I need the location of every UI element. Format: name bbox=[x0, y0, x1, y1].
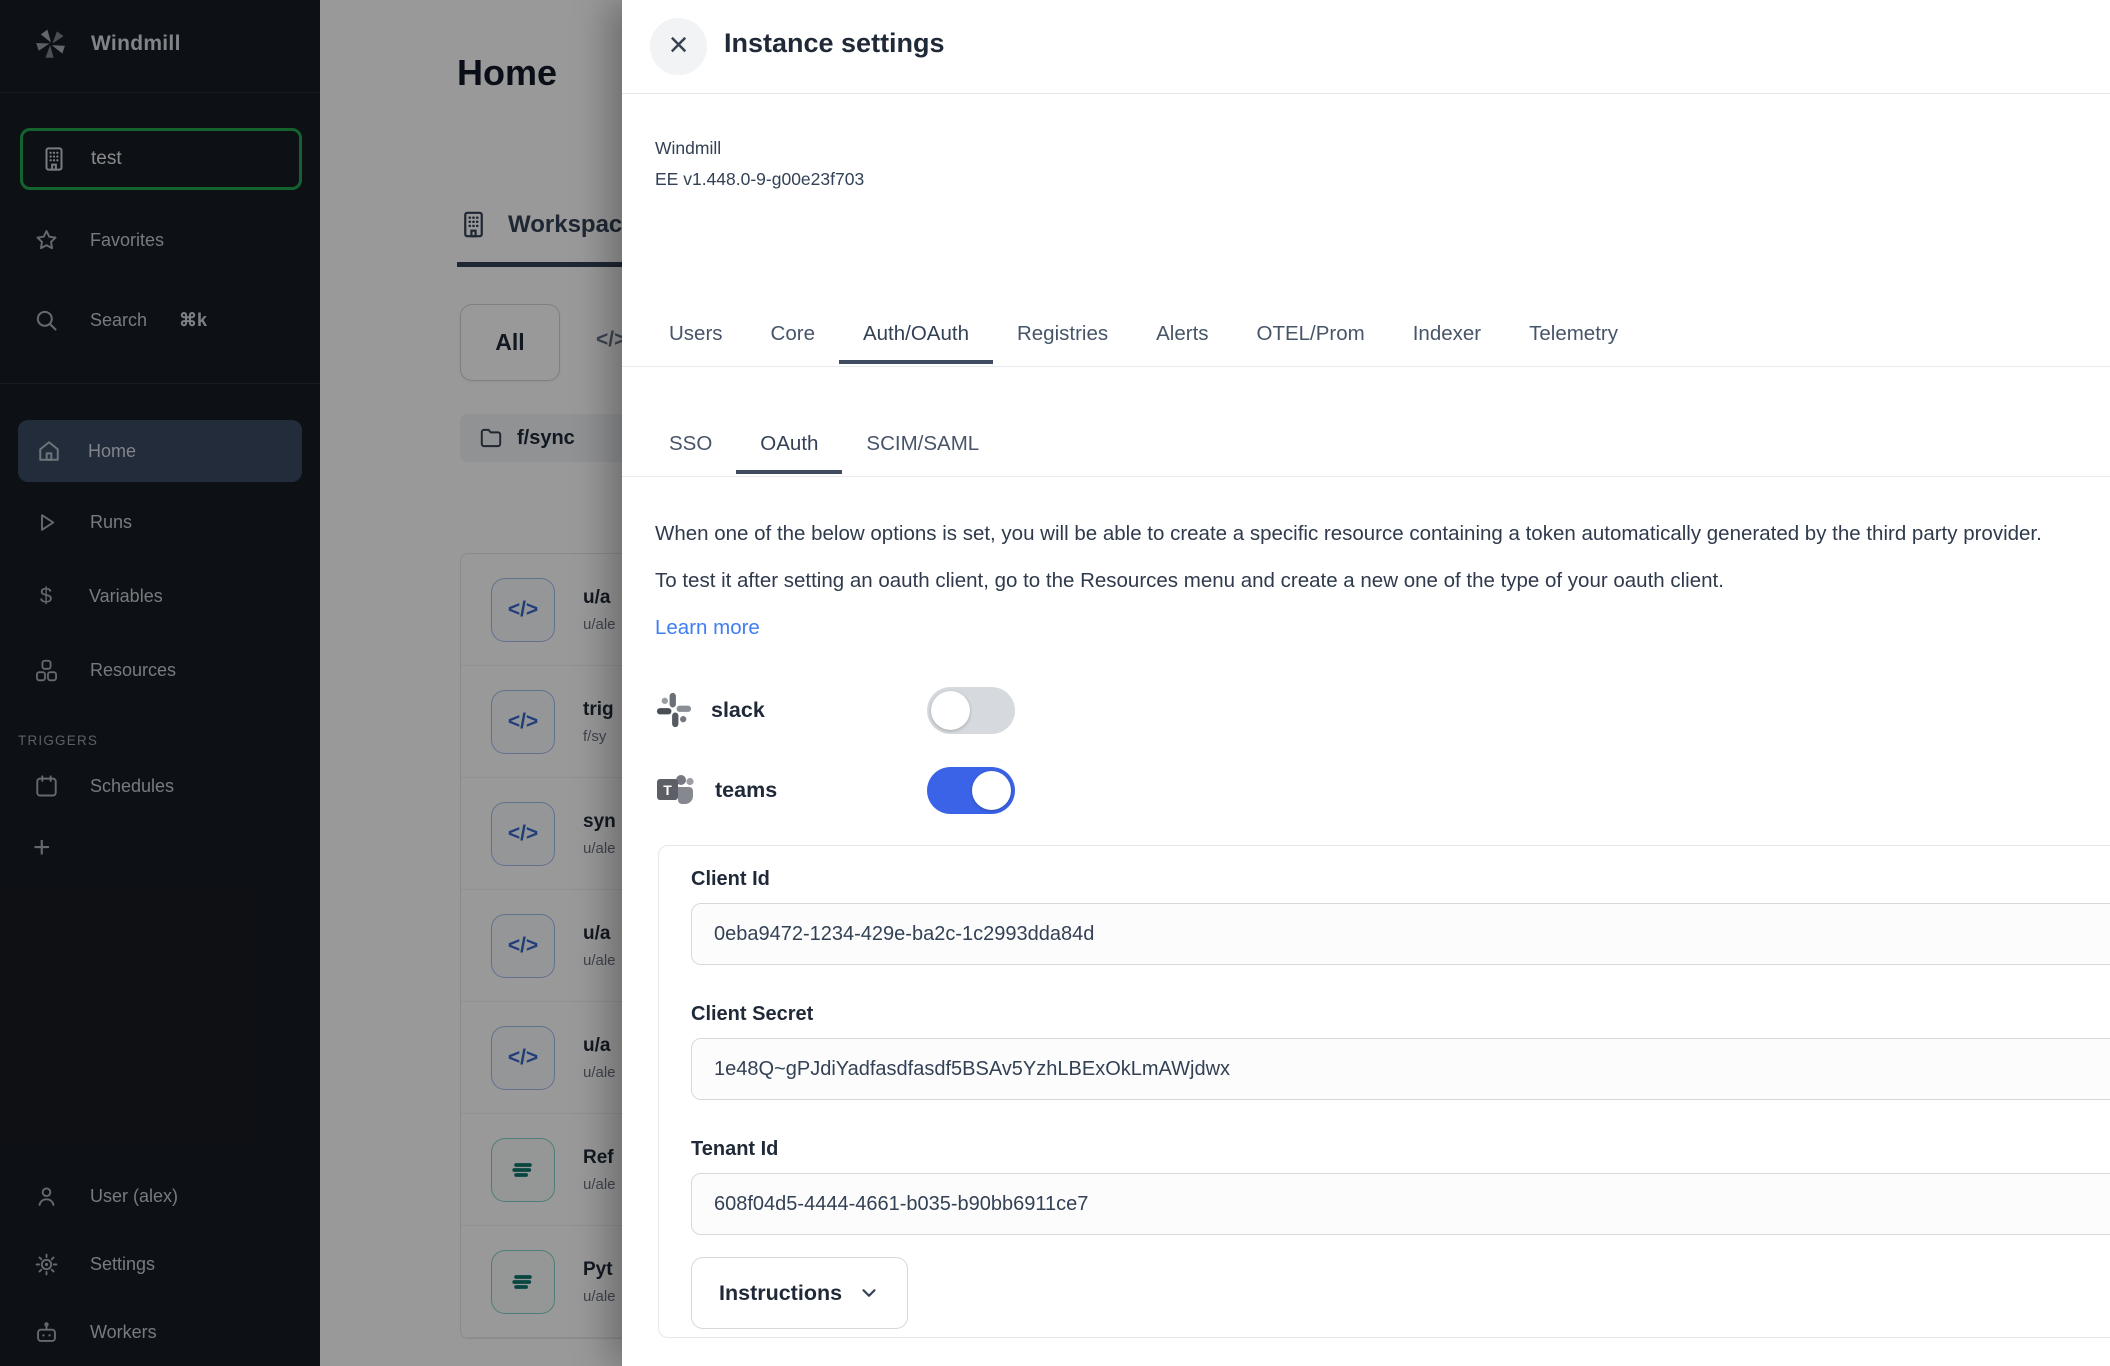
client-id-input[interactable] bbox=[691, 903, 2110, 965]
slack-icon bbox=[655, 691, 693, 729]
instance-settings-drawer: × Instance settings Windmill EE v1.448.0… bbox=[622, 0, 2110, 1366]
toggle-knob bbox=[972, 771, 1011, 810]
provider-row-teams: T teams bbox=[655, 764, 1755, 816]
tab-core[interactable]: Core bbox=[747, 312, 839, 364]
teams-toggle[interactable] bbox=[927, 767, 1015, 814]
subtab-oauth[interactable]: OAuth bbox=[736, 422, 842, 474]
drawer-header-divider bbox=[622, 93, 2110, 94]
instance-app-name: Windmill bbox=[655, 138, 721, 159]
learn-more-link[interactable]: Learn more bbox=[655, 616, 760, 640]
tab-registries[interactable]: Registries bbox=[993, 312, 1132, 364]
subtab-sso[interactable]: SSO bbox=[645, 422, 736, 474]
toggle-knob bbox=[931, 691, 970, 730]
client-id-label: Client Id bbox=[691, 868, 2110, 891]
tenant-id-input[interactable] bbox=[691, 1173, 2110, 1235]
close-button[interactable]: × bbox=[650, 18, 707, 75]
client-secret-label: Client Secret bbox=[691, 1003, 2110, 1026]
tabs-bottom-border bbox=[622, 366, 2110, 367]
teams-icon: T bbox=[655, 771, 697, 809]
instance-version: EE v1.448.0-9-g00e23f703 bbox=[655, 169, 864, 190]
settings-tabs: Users Core Auth/OAuth Registries Alerts … bbox=[645, 312, 1642, 364]
tab-alerts[interactable]: Alerts bbox=[1132, 312, 1232, 364]
oauth-description: When one of the below options is set, yo… bbox=[655, 510, 2110, 640]
provider-row-slack: slack bbox=[655, 684, 1755, 736]
subtabs-bottom-border bbox=[622, 476, 2110, 477]
instructions-label: Instructions bbox=[719, 1281, 842, 1306]
oauth-providers: slack T teams bbox=[655, 684, 1755, 844]
close-icon: × bbox=[669, 28, 689, 62]
description-line-2: To test it after setting an oauth client… bbox=[655, 557, 2110, 604]
svg-text:T: T bbox=[663, 782, 672, 798]
tab-auth-oauth[interactable]: Auth/OAuth bbox=[839, 312, 993, 364]
teams-oauth-form: Client Id Client Secret Tenant Id Instru… bbox=[658, 845, 2110, 1338]
provider-name: teams bbox=[715, 778, 777, 803]
client-secret-input[interactable] bbox=[691, 1038, 2110, 1100]
tab-otel-prom[interactable]: OTEL/Prom bbox=[1233, 312, 1389, 364]
tab-users[interactable]: Users bbox=[645, 312, 747, 364]
instructions-button[interactable]: Instructions bbox=[691, 1257, 908, 1329]
slack-toggle[interactable] bbox=[927, 687, 1015, 734]
description-line-1: When one of the below options is set, yo… bbox=[655, 510, 2110, 557]
tab-telemetry[interactable]: Telemetry bbox=[1505, 312, 1642, 364]
subtab-scim-saml[interactable]: SCIM/SAML bbox=[842, 422, 1003, 474]
auth-subtabs: SSO OAuth SCIM/SAML bbox=[645, 422, 1003, 474]
chevron-down-icon bbox=[858, 1282, 880, 1304]
tenant-id-label: Tenant Id bbox=[691, 1138, 2110, 1161]
provider-name: slack bbox=[711, 698, 765, 723]
drawer-title: Instance settings bbox=[724, 28, 945, 59]
tab-indexer[interactable]: Indexer bbox=[1389, 312, 1505, 364]
